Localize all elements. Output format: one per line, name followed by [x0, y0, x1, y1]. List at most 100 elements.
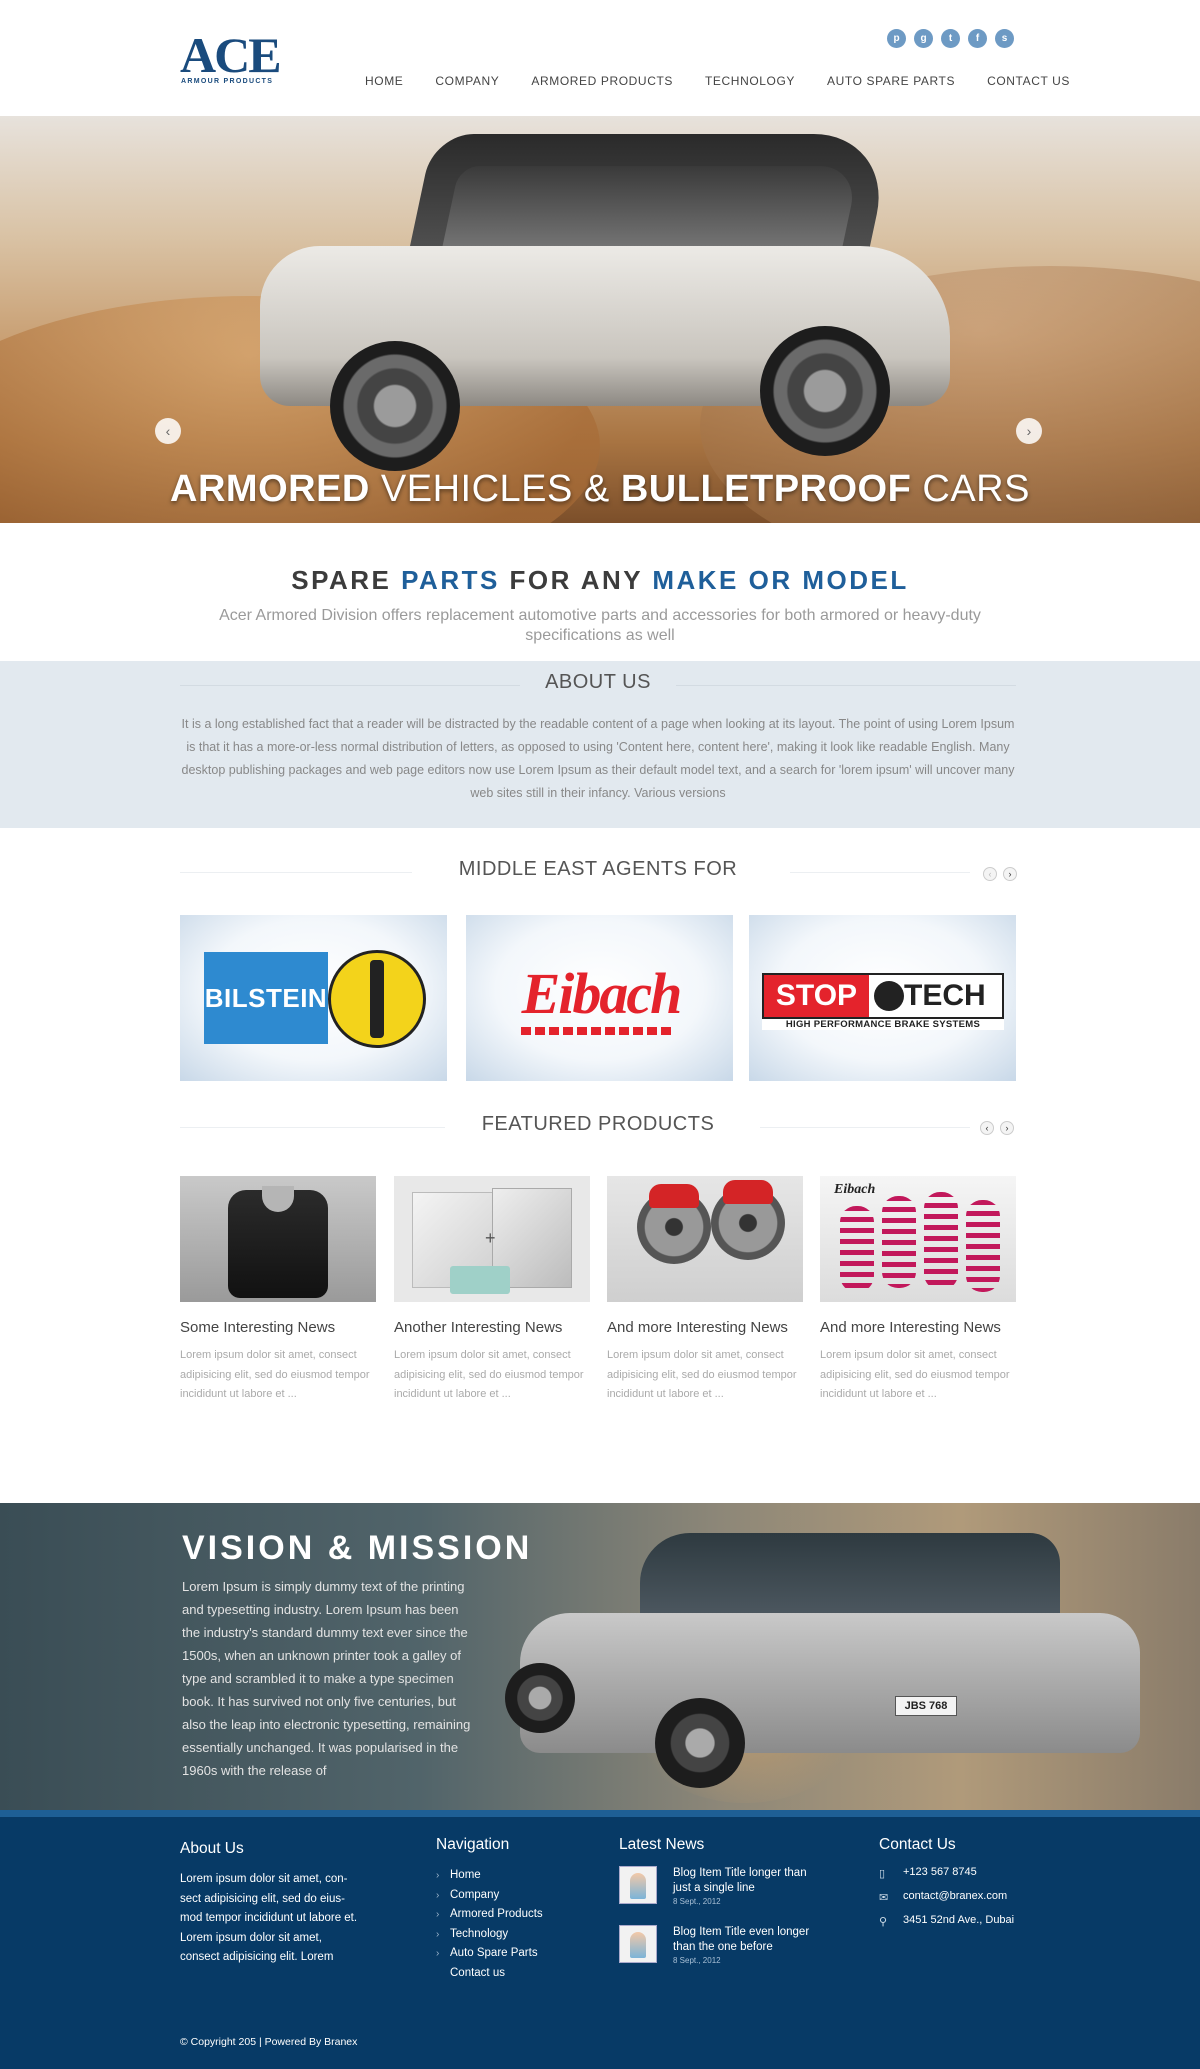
main-nav: HOME COMPANY ARMORED PRODUCTS TECHNOLOGY…	[365, 74, 1070, 88]
license-plate: JBS 768	[895, 1696, 957, 1716]
footer-nav-item[interactable]: › Technology	[436, 1925, 543, 1945]
footer-nav-label: Company	[450, 1888, 500, 1901]
contact-phone: ▯ +123 567 8745	[879, 1866, 1039, 1890]
tagline-highlight: MAKE OR MODEL	[652, 565, 909, 595]
hero-slider: ‹ › ARMORED VEHICLES & BULLETPROOF CARS	[0, 116, 1200, 523]
social-links: p g t f s	[887, 29, 1014, 48]
email-address[interactable]: contact@branex.com	[903, 1890, 1007, 1902]
footer-nav-item[interactable]: › Armored Products	[436, 1905, 543, 1925]
slider-next-icon[interactable]: ›	[1016, 418, 1042, 444]
google-plus-icon[interactable]: g	[914, 29, 933, 48]
footer-contact: Contact Us ▯ +123 567 8745 ✉ contact@bra…	[879, 1836, 1039, 1938]
product-card[interactable]: Some Interesting News Lorem ipsum dolor …	[180, 1176, 376, 1405]
eibach-logo: Eibach	[521, 961, 683, 1026]
stoptech-tagline: HIGH PERFORMANCE BRAKE SYSTEMS	[762, 1019, 1004, 1030]
product-card[interactable]: + Another Interesting News Lorem ipsum d…	[394, 1176, 590, 1405]
carousel-prev-icon[interactable]: ‹	[980, 1121, 994, 1135]
contact-email: ✉ contact@branex.com	[879, 1890, 1039, 1914]
coil-springs-image[interactable]: Eibach	[820, 1176, 1016, 1302]
brake-kit-image[interactable]	[607, 1176, 803, 1302]
news-title[interactable]: Blog Item Title even longer than the one…	[673, 1925, 823, 1955]
product-title[interactable]: Some Interesting News	[180, 1319, 376, 1336]
footer-nav-title: Navigation	[436, 1836, 510, 1853]
footer-nav-label: Auto Spare Parts	[450, 1947, 538, 1959]
footer-nav-item[interactable]: Contact us	[436, 1964, 543, 1984]
nav-armored-products[interactable]: ARMORED PRODUCTS	[531, 74, 673, 88]
carousel-next-icon[interactable]: ›	[1000, 1121, 1014, 1135]
footer-about-text: Lorem ipsum dolor sit amet, con-sect adi…	[180, 1873, 358, 1963]
agent-card-bilstein[interactable]: BILSTEIN	[180, 915, 447, 1081]
nav-company[interactable]: COMPANY	[435, 74, 499, 88]
hero-caption-text: VEHICLES &	[369, 468, 621, 510]
facebook-icon[interactable]: f	[968, 29, 987, 48]
tagline-word: SPARE	[291, 565, 402, 595]
footer-navigation: Navigation › Home › Company › Armored Produ…	[436, 1836, 543, 1983]
footer-contact-title: Contact Us	[879, 1836, 956, 1853]
eibach-stripes	[521, 1027, 671, 1035]
air-filter-image[interactable]: +	[394, 1176, 590, 1302]
logo-name: ACE	[180, 27, 282, 83]
footer-about: About Us Lorem ipsum dolor sit amet, con…	[180, 1840, 364, 1968]
product-card[interactable]: Eibach And more Interesting News Lorem i…	[820, 1176, 1016, 1405]
slider-prev-icon[interactable]: ‹	[155, 418, 181, 444]
product-title[interactable]: And more Interesting News	[607, 1319, 803, 1336]
phone-number[interactable]: +123 567 8745	[903, 1866, 977, 1878]
vision-mission-section: JBS 768 VISION & MISSION Lorem Ipsum is …	[0, 1503, 1200, 1810]
footer-nav-item[interactable]: › Home	[436, 1866, 543, 1886]
twitter-icon[interactable]: t	[941, 29, 960, 48]
news-thumbnail[interactable]	[619, 1866, 657, 1904]
carousel-next-icon[interactable]: ›	[1003, 867, 1017, 881]
hero-suv-image	[240, 126, 970, 471]
footer-latest-news: Latest News Blog Item Title longer than …	[619, 1836, 839, 1984]
bulletproof-vest-image[interactable]	[180, 1176, 376, 1302]
product-card[interactable]: And more Interesting News Lorem ipsum do…	[607, 1176, 803, 1405]
footer-nav-item[interactable]: › Auto Spare Parts	[436, 1944, 543, 1964]
news-title[interactable]: Blog Item Title longer than just a singl…	[673, 1866, 823, 1896]
map-pin-icon: ⚲	[879, 1916, 888, 1928]
footer-news-title: Latest News	[619, 1836, 705, 1853]
site-footer: About Us Lorem ipsum dolor sit amet, con…	[0, 1810, 1200, 2069]
hero-caption-bold: ARMORED	[170, 468, 370, 510]
bilstein-logo: BILSTEIN	[204, 952, 328, 1044]
pinterest-icon[interactable]: p	[887, 29, 906, 48]
footer-nav-label: Technology	[450, 1927, 509, 1940]
carousel-prev-icon[interactable]: ‹	[983, 867, 997, 881]
nav-contact-us[interactable]: CONTACT US	[987, 74, 1070, 88]
envelope-icon: ✉	[879, 1892, 889, 1904]
product-excerpt: Lorem ipsum dolor sit amet, consect adip…	[394, 1349, 584, 1400]
skype-icon[interactable]: s	[995, 29, 1014, 48]
agents-title: MIDDLE EAST AGENTS FOR	[458, 858, 738, 880]
plus-icon: +	[485, 1228, 496, 1248]
featured-heading: FEATURED PRODUCTS	[180, 1113, 1016, 1143]
news-item[interactable]: Blog Item Title longer than just a singl…	[619, 1866, 839, 1908]
logo-subtitle: ARMOUR PRODUCTS	[181, 78, 274, 85]
about-text: It is a long established fact that a rea…	[181, 717, 1015, 800]
street-address: 3451 52nd Ave., Dubai	[903, 1914, 1015, 1926]
logo[interactable]: ACE ARMOUR PRODUCTS	[180, 30, 290, 90]
suv-drifting-image: JBS 768	[500, 1523, 1160, 1803]
product-title[interactable]: Another Interesting News	[394, 1319, 590, 1336]
tagline-word: FOR ANY	[499, 565, 653, 595]
copyright: © Copyright 205 | Powered By Branex	[180, 2036, 358, 2048]
hero-caption-bold: BULLETPROOF	[620, 468, 912, 510]
eibach-mini-logo: Eibach	[834, 1182, 876, 1197]
news-item[interactable]: Blog Item Title even longer than the one…	[619, 1925, 839, 1967]
agent-card-eibach[interactable]: Eibach	[466, 915, 733, 1081]
news-thumbnail[interactable]	[619, 1925, 657, 1963]
nav-home[interactable]: HOME	[365, 74, 403, 88]
footer-about-title: About Us	[180, 1840, 244, 1857]
brake-disc-icon	[874, 981, 904, 1011]
featured-carousel-controls: ‹ ›	[980, 1121, 1014, 1135]
phone-icon: ▯	[879, 1868, 886, 1880]
stoptech-stop: STOP	[764, 975, 869, 1017]
chevron-right-icon: ›	[436, 1870, 440, 1881]
footer-nav-item[interactable]: › Company	[436, 1886, 543, 1906]
nav-technology[interactable]: TECHNOLOGY	[705, 74, 795, 88]
news-date: 8 Sept., 2012	[673, 1897, 721, 1906]
product-excerpt: Lorem ipsum dolor sit amet, consect adip…	[607, 1349, 797, 1400]
agent-card-stoptech[interactable]: STOP TECH HIGH PERFORMANCE BRAKE SYSTEMS	[749, 915, 1016, 1081]
tagline-subtitle: Acer Armored Division offers replacement…	[219, 607, 981, 644]
product-title[interactable]: And more Interesting News	[820, 1319, 1016, 1336]
tagline-highlight: PARTS	[401, 565, 500, 595]
nav-auto-spare-parts[interactable]: AUTO SPARE PARTS	[827, 74, 955, 88]
